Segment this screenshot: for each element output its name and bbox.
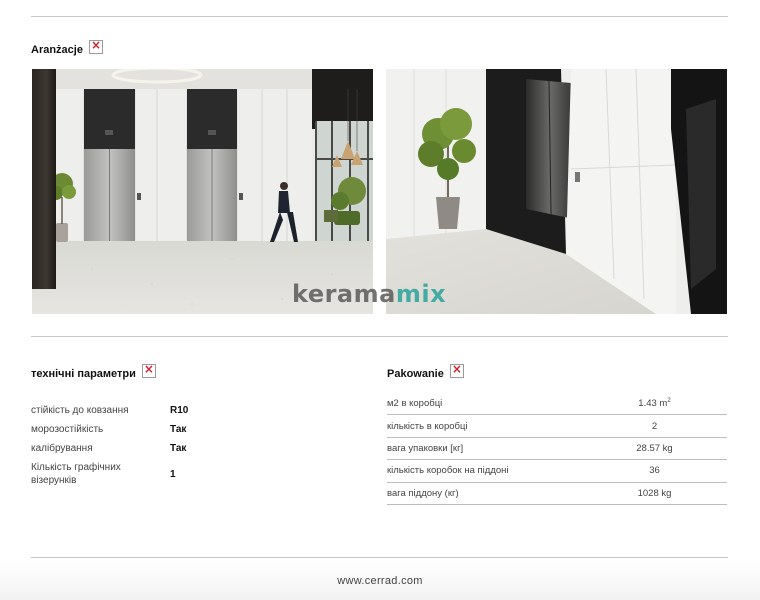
technical-parameters-list: стійкість до ковзання R10 морозостійкіст… <box>31 404 231 493</box>
footer-divider <box>31 557 728 558</box>
packing-table: м2 в коробці 1.43 m2 кількість в коробці… <box>387 393 727 505</box>
arrangement-photo-lobby <box>32 69 373 314</box>
arrangement-heading: Aranżacje <box>31 38 103 57</box>
top-divider <box>31 16 728 17</box>
packing-row: кількість коробок на піддоні 36 <box>387 460 727 483</box>
packing-row: кількість в коробці 2 <box>387 415 727 438</box>
technical-heading: технічні параметри <box>31 362 156 381</box>
packing-row: вага упаковки [кг] 28.57 kg <box>387 438 727 461</box>
technical-title: технічні параметри <box>31 368 136 380</box>
arrangement-photo-corridor <box>386 69 727 314</box>
tech-row: Кількість графічних візерунків 1 <box>31 462 176 486</box>
packing-heading: Pakowanie <box>387 362 464 381</box>
broken-image-icon <box>141 362 156 378</box>
tech-row: стійкість до ковзання R10 <box>31 405 189 416</box>
broken-image-icon <box>449 362 464 378</box>
packing-title: Pakowanie <box>387 368 444 380</box>
packing-row: вага піддону (кг) 1028 kg <box>387 483 727 505</box>
packing-row: м2 в коробці 1.43 m2 <box>387 393 727 416</box>
middle-divider <box>31 336 728 337</box>
keramamix-watermark: keramamix <box>292 280 447 308</box>
tech-row: калібрування Так <box>31 443 187 454</box>
tech-row: морозостійкість Так <box>31 424 187 435</box>
arrangement-title: Aranżacje <box>31 44 83 56</box>
broken-image-icon <box>88 38 103 54</box>
footer-url-link[interactable]: www.cerrad.com <box>0 575 760 587</box>
